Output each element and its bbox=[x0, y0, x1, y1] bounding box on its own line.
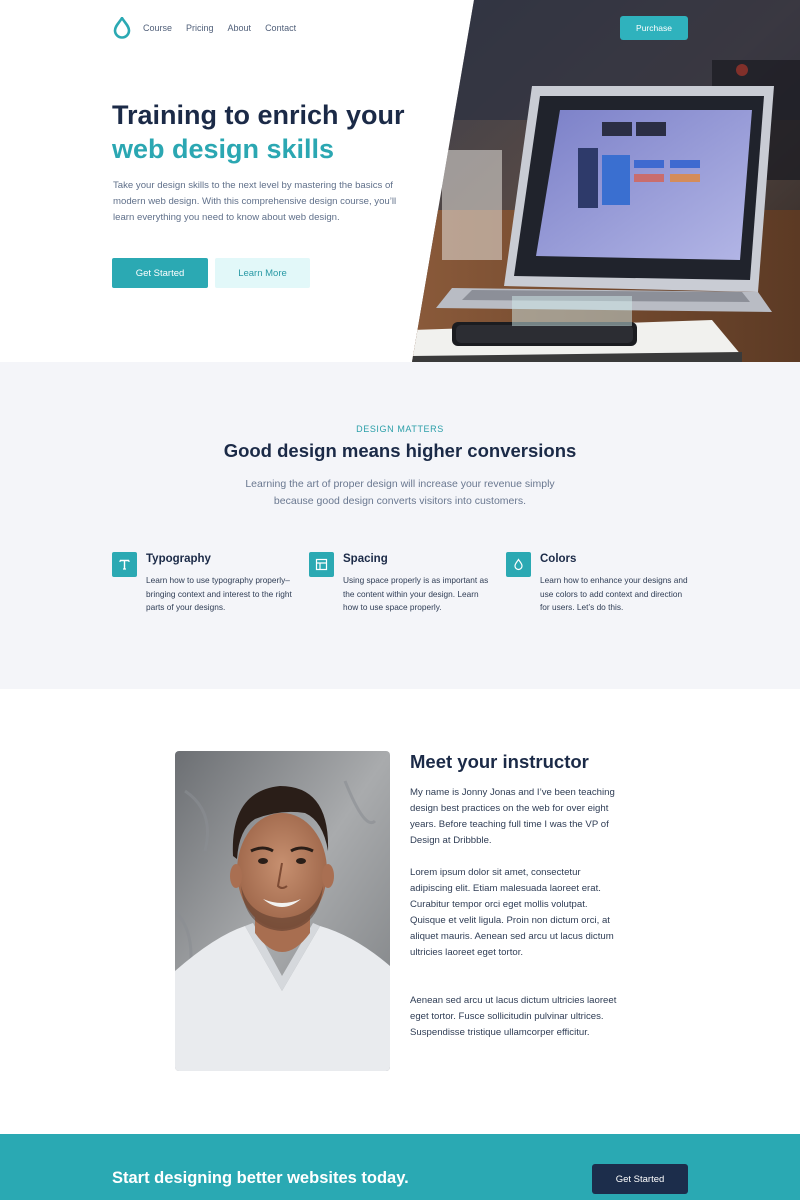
hero-title-line2: web design skills bbox=[112, 134, 335, 164]
feature-title: Spacing bbox=[343, 553, 388, 565]
get-started-button[interactable]: Get Started bbox=[112, 258, 208, 288]
instructor-paragraph: Lorem ipsum dolor sit amet, consectetur … bbox=[410, 867, 614, 958]
nav-link-contact[interactable]: Contact bbox=[265, 16, 296, 40]
instructor-paragraph: My name is Jonny Jonas and I’ve been tea… bbox=[410, 787, 615, 846]
section-eyebrow: DESIGN MATTERS bbox=[356, 424, 444, 434]
droplet-icon bbox=[506, 552, 531, 577]
hero-laptop-photo bbox=[412, 0, 800, 362]
feature-title: Colors bbox=[540, 553, 577, 565]
cta-section: Start designing better websites today. G… bbox=[0, 1134, 800, 1200]
features-section: DESIGN MATTERS Good design means higher … bbox=[0, 362, 800, 689]
type-icon bbox=[112, 552, 137, 577]
instructor-title: Meet your instructor bbox=[410, 751, 589, 772]
instructor-photo bbox=[175, 751, 390, 1071]
layout-icon bbox=[309, 552, 334, 577]
hero-title-line1: Training to enrich your bbox=[112, 100, 405, 130]
purchase-button[interactable]: Purchase bbox=[620, 16, 688, 40]
nav-link-about[interactable]: About bbox=[228, 16, 252, 40]
cta-text: Start designing better websites today. bbox=[112, 1169, 409, 1187]
droplet-icon[interactable] bbox=[113, 17, 131, 39]
instructor-section: Meet your instructor My name is Jonny Jo… bbox=[0, 689, 800, 1134]
instructor-paragraph: Aenean sed arcu ut lacus dictum ultricie… bbox=[410, 995, 617, 1038]
hero-title: Training to enrich your web design skill… bbox=[112, 98, 442, 166]
top-nav: Course Pricing About Contact bbox=[113, 16, 310, 40]
feature-text: Learn how to use typography properly–bri… bbox=[146, 575, 292, 612]
learn-more-button[interactable]: Learn More bbox=[215, 258, 310, 288]
feature-text: Using space properly is as important as … bbox=[343, 575, 489, 612]
section-subtitle: Learning the art of proper design will i… bbox=[245, 478, 555, 507]
hero-description: Take your design skills to the next leve… bbox=[113, 180, 397, 223]
feature-title: Typography bbox=[146, 553, 211, 565]
cta-get-started-button[interactable]: Get Started bbox=[592, 1164, 688, 1194]
hero-section: Course Pricing About Contact Purchase Tr… bbox=[0, 0, 800, 362]
nav-link-course[interactable]: Course bbox=[143, 16, 172, 40]
nav-link-pricing[interactable]: Pricing bbox=[186, 16, 214, 40]
feature-text: Learn how to enhance your designs and us… bbox=[540, 575, 688, 612]
section-title: Good design means higher conversions bbox=[223, 440, 577, 461]
